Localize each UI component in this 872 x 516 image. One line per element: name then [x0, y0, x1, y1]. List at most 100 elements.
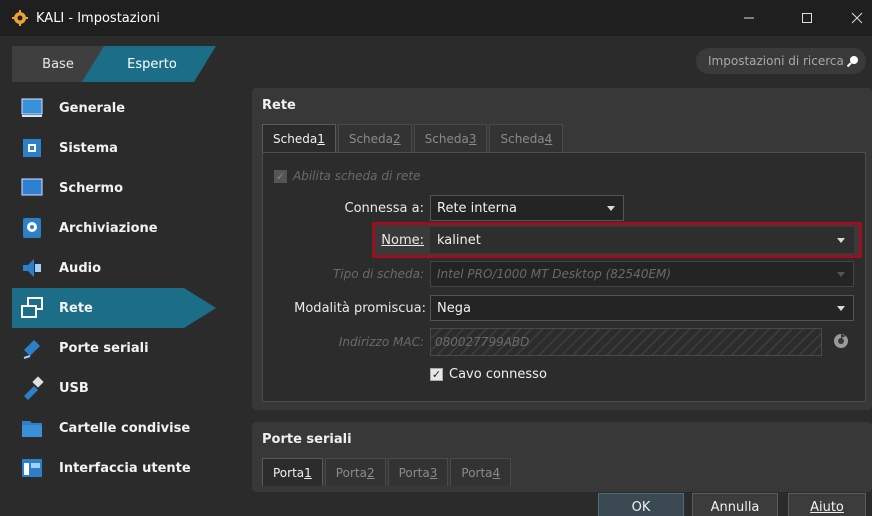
tab-label: Porta: [398, 465, 430, 480]
sidebar-item-label: Generale: [59, 100, 126, 116]
sidebar-item-label: Interfaccia utente: [59, 460, 191, 476]
attached-to-label: Connessa a:: [344, 201, 425, 216]
sidebar-item-audio[interactable]: Audio: [12, 248, 246, 288]
sidebar-item-interfaccia-utente[interactable]: Interfaccia utente: [12, 448, 246, 488]
promiscuous-value: Nega: [437, 300, 471, 316]
shared-folders-icon: [22, 421, 42, 437]
sidebar-item-label: Rete: [59, 300, 93, 316]
refresh-mac-icon[interactable]: [832, 332, 850, 350]
promiscuous-select[interactable]: Nega: [430, 295, 854, 321]
close-button[interactable]: [834, 0, 872, 36]
chevron-down-icon: [837, 306, 845, 311]
tab-label: Scheda: [424, 131, 469, 146]
sidebar-item-cartelle-condivise[interactable]: Cartelle condivise: [12, 408, 246, 448]
adapter-type-value: Intel PRO/1000 MT Desktop (82540EM): [437, 267, 672, 281]
network-icon: [21, 297, 43, 318]
tab-number: 2: [366, 465, 375, 480]
maximize-icon: [802, 13, 812, 23]
search-placeholder: Impostazioni di ricerca: [708, 54, 844, 68]
sidebar-item-label: Sistema: [59, 140, 118, 156]
enable-adapter-checkbox: ✓ Abilita scheda di rete: [274, 168, 421, 184]
tab-porta-4[interactable]: Porta 4: [450, 458, 512, 486]
audio-icon: [23, 259, 41, 277]
virtualbox-settings-icon: [12, 10, 28, 26]
cable-connected-label: Cavo connesso: [449, 366, 547, 382]
tab-label: Scheda: [348, 131, 394, 146]
maximize-button[interactable]: [784, 0, 830, 36]
checkmark-icon: ✓: [274, 169, 287, 183]
attached-to-value: Rete interna: [437, 200, 517, 216]
sidebar: Generale Sistema Schermo Archiviazione A…: [0, 88, 246, 488]
sidebar-item-label: Archiviazione: [59, 220, 158, 236]
storage-icon: [23, 218, 41, 238]
tab-number: 3: [429, 465, 438, 480]
tab-porta-3[interactable]: Porta 3: [387, 458, 449, 486]
mac-value: 080027799ABD: [435, 335, 530, 349]
close-icon: [851, 12, 863, 24]
sidebar-item-label: Porte seriali: [59, 340, 149, 356]
tab-porta-1[interactable]: Porta 1: [262, 458, 323, 486]
mac-address-field: 080027799ABD: [430, 328, 822, 356]
sidebar-item-archiviazione[interactable]: Archiviazione: [12, 208, 246, 248]
checkmark-icon: ✓: [430, 367, 443, 381]
help-button[interactable]: Aiuto: [788, 493, 866, 516]
mode-bar: Base Esperto Impostazioni di ricerca: [0, 36, 872, 90]
system-icon: [23, 139, 41, 157]
window-title: KALI - Impostazioni: [36, 10, 161, 26]
tab-porta-2[interactable]: Porta 2: [324, 458, 386, 486]
sidebar-item-label: Audio: [59, 260, 102, 276]
sidebar-item-generale[interactable]: Generale: [12, 88, 246, 128]
display-icon: [21, 178, 43, 196]
general-icon: [21, 98, 43, 117]
cable-connected-checkbox[interactable]: ✓ Cavo connesso: [430, 366, 547, 382]
tab-number: 1: [304, 465, 312, 480]
help-label: Aiuto: [810, 499, 844, 515]
tab-label: Scheda: [273, 131, 318, 146]
tab-scheda-1[interactable]: Scheda 1: [262, 124, 336, 152]
search-icon: [846, 56, 858, 68]
serial-ports-section: Porte seriali Porta 1 Porta 2 Porta 3 Po…: [252, 422, 872, 492]
sidebar-item-schermo[interactable]: Schermo: [12, 168, 246, 208]
tab-number: 3: [468, 131, 477, 146]
tab-scheda-4[interactable]: Scheda 4: [489, 124, 564, 152]
user-interface-icon: [22, 459, 42, 477]
name-value: kalinet: [437, 232, 481, 248]
section-title: Rete: [262, 98, 296, 113]
chevron-down-icon: [837, 272, 845, 277]
tab-number: 4: [544, 131, 553, 146]
name-combobox[interactable]: kalinet: [430, 227, 854, 253]
sidebar-item-sistema[interactable]: Sistema: [12, 128, 246, 168]
sidebar-item-label: USB: [59, 380, 89, 396]
tab-scheda-2[interactable]: Scheda 2: [337, 124, 412, 152]
tab-scheda-3[interactable]: Scheda 3: [413, 124, 488, 152]
ok-button[interactable]: OK: [598, 493, 684, 516]
minimize-button[interactable]: [726, 0, 772, 36]
name-label: Nome:: [381, 233, 424, 248]
mode-expert-button[interactable]: Esperto: [82, 46, 216, 82]
sidebar-item-usb[interactable]: USB: [12, 368, 246, 408]
tab-label: Scheda: [500, 131, 545, 146]
section-title: Porte seriali: [262, 432, 352, 447]
sidebar-item-label: Cartelle condivise: [59, 420, 191, 436]
chevron-down-icon: [607, 206, 615, 211]
search-input[interactable]: Impostazioni di ricerca: [696, 48, 866, 74]
serial-tabs: Porta 1 Porta 2 Porta 3 Porta 4: [262, 458, 513, 486]
tab-label: Porta: [461, 465, 493, 480]
adapter-tabs: Scheda 1 Scheda 2 Scheda 3 Scheda 4: [262, 124, 565, 152]
usb-icon: [24, 376, 44, 400]
tab-label: Porta: [335, 465, 367, 480]
serial-ports-icon: [23, 340, 40, 359]
sidebar-item-porte-seriali[interactable]: Porte seriali: [12, 328, 246, 368]
tab-number: 2: [393, 131, 401, 146]
tab-number: 4: [492, 465, 501, 480]
promiscuous-label: Modalità promiscua:: [294, 301, 426, 316]
adapter-type-select: Intel PRO/1000 MT Desktop (82540EM): [430, 261, 854, 287]
tab-number: 1: [317, 131, 325, 146]
sidebar-item-rete[interactable]: Rete: [12, 288, 216, 328]
attached-to-select[interactable]: Rete interna: [430, 195, 624, 221]
title-bar: KALI - Impostazioni: [0, 0, 872, 36]
enable-adapter-label: Abilita scheda di rete: [293, 169, 421, 183]
tab-label: Porta: [273, 465, 305, 480]
chevron-down-icon: [837, 238, 845, 243]
cancel-button[interactable]: Annulla: [692, 493, 778, 516]
